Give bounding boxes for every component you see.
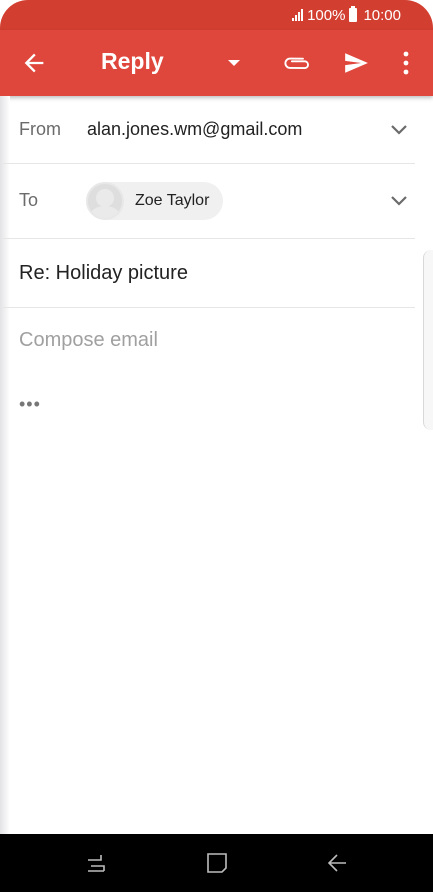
email-compose-screen: 100% 10:00 Reply From alan.jones.wm@gmai…: [0, 0, 433, 892]
to-row[interactable]: To Zoe Taylor: [0, 164, 415, 239]
paperclip-icon[interactable]: [284, 50, 312, 76]
quoted-text-toggle[interactable]: •••: [19, 394, 41, 415]
back-nav-icon[interactable]: [326, 852, 350, 874]
avatar: [86, 182, 124, 220]
battery-icon: [349, 6, 358, 22]
recent-apps-icon[interactable]: [84, 852, 108, 874]
from-account[interactable]: alan.jones.wm@gmail.com: [87, 119, 302, 140]
signal-icon: [291, 9, 304, 21]
home-icon[interactable]: [205, 852, 229, 874]
arrow-back-icon[interactable]: [20, 49, 48, 77]
screen-edge-right: [423, 250, 433, 430]
recipient-chip[interactable]: Zoe Taylor: [86, 182, 224, 220]
app-bar: Reply: [0, 30, 433, 96]
page-title[interactable]: Reply: [101, 48, 164, 75]
chevron-down-icon[interactable]: [390, 195, 408, 207]
to-label: To: [19, 190, 39, 210]
subject-field[interactable]: Re: Holiday picture: [19, 262, 188, 285]
subject-row[interactable]: Re: Holiday picture: [0, 239, 415, 308]
send-icon[interactable]: [342, 50, 370, 76]
more-vert-icon[interactable]: [396, 50, 416, 76]
status-bar: 100% 10:00: [0, 0, 433, 30]
recipient-name: Zoe Taylor: [135, 192, 210, 209]
caret-down-icon[interactable]: [226, 57, 242, 69]
battery-percent: 100%: [307, 6, 346, 24]
from-label: From: [19, 119, 61, 139]
compose-body[interactable]: Compose email: [19, 329, 158, 352]
from-row[interactable]: From alan.jones.wm@gmail.com: [0, 96, 415, 164]
navigation-bar: [0, 834, 433, 892]
clock: 10:00: [363, 6, 401, 24]
chevron-down-icon[interactable]: [390, 124, 408, 136]
